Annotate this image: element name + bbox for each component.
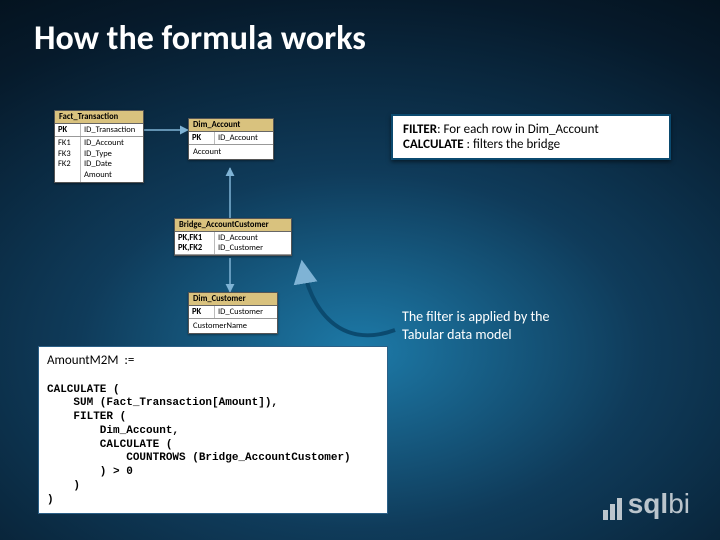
pk-label: PK — [189, 306, 215, 318]
dax-code: AmountM2M := CALCULATE ( SUM (Fact_Trans… — [38, 346, 388, 514]
pk-label: PK — [189, 132, 215, 144]
logo-text: sqlbi — [628, 488, 690, 520]
callout-line-2: CALCULATE : filters the bridge — [403, 137, 659, 152]
callout-line-1: FILTER: For each row in Dim_Account — [403, 122, 659, 137]
pk-field: ID_Customer — [215, 306, 277, 318]
annotation-text: The filter is applied by the Tabular dat… — [402, 308, 549, 343]
field-list: CustomerName — [189, 319, 277, 333]
entity-header: Bridge_AccountCustomer — [175, 219, 291, 232]
entity-bridge: Bridge_AccountCustomer PK,FK1 PK,FK2 ID_… — [174, 218, 292, 256]
field-list: Account — [189, 145, 273, 159]
pk-field: ID_Transaction — [81, 124, 143, 136]
entity-dim-account: Dim_Account PK ID_Account Account — [188, 118, 274, 160]
measure-name: AmountM2M := — [47, 353, 134, 368]
slide-title: How the formula works — [34, 18, 366, 59]
pk-label: PK — [55, 124, 81, 136]
entity-header: Dim_Customer — [189, 293, 277, 306]
logo-bars-icon — [603, 498, 622, 520]
pk-field: ID_Account ID_Customer — [215, 232, 291, 254]
entity-header: Fact_Transaction — [55, 111, 143, 124]
code-body: CALCULATE ( SUM (Fact_Transaction[Amount… — [47, 384, 351, 506]
callout-box: FILTER: For each row in Dim_Account CALC… — [391, 114, 671, 160]
entity-dim-customer: Dim_Customer PK ID_Customer CustomerName — [188, 292, 278, 334]
fk-labels: FK1 FK3 FK2 — [55, 137, 81, 182]
entity-header: Dim_Account — [189, 119, 273, 132]
entity-fact-transaction: Fact_Transaction PK ID_Transaction FK1 F… — [54, 110, 144, 183]
sqlbi-logo: sqlbi — [603, 488, 690, 520]
pk-label: PK,FK1 PK,FK2 — [175, 232, 215, 254]
pk-field: ID_Account — [215, 132, 273, 144]
field-list: ID_Account ID_Type ID_Date Amount — [81, 137, 143, 182]
